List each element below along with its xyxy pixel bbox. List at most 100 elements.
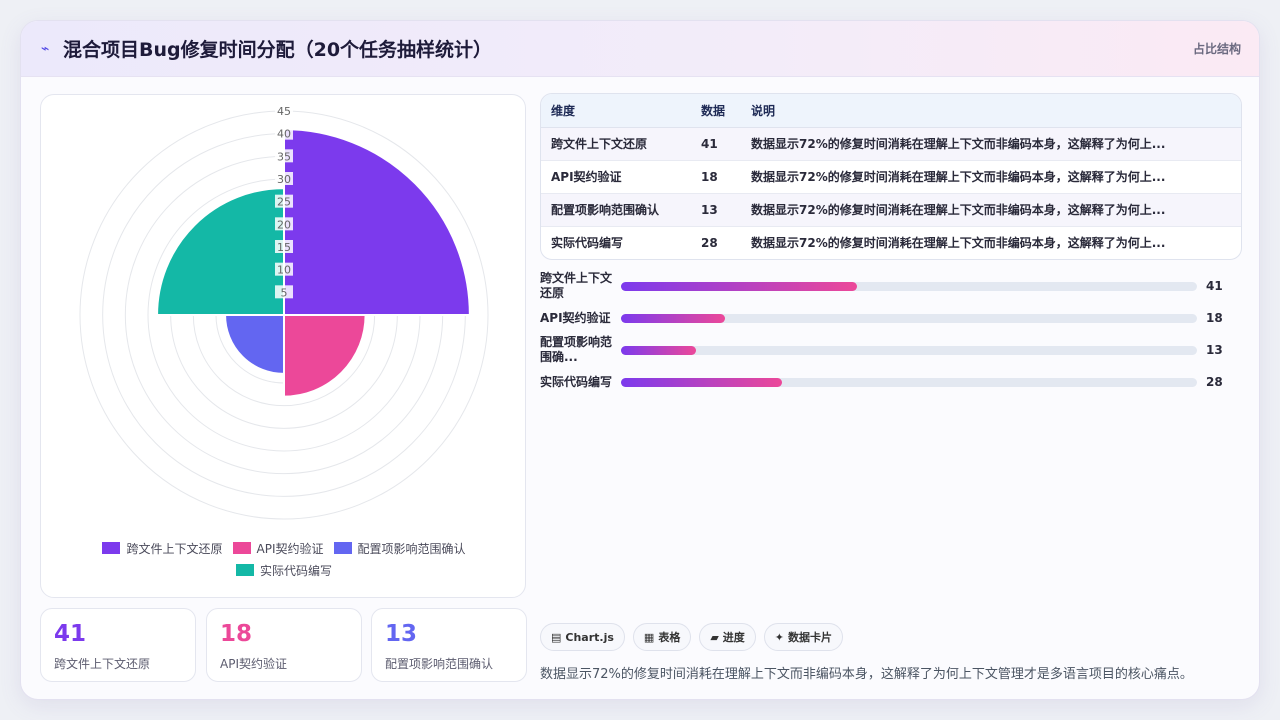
data-table: 维度 数据 说明 跨文件上下文还原 41 数据显示72%的修复时间消耗在理解上下…	[540, 93, 1242, 260]
progress-row: 跨文件上下文还原 41	[540, 271, 1242, 303]
summary-text: 数据显示72%的修复时间消耗在理解上下文而非编码本身，这解释了为何上下文管理才是…	[540, 667, 1193, 682]
table-row: 跨文件上下文还原 41 数据显示72%的修复时间消耗在理解上下文而非编码本身，这…	[541, 127, 1241, 161]
stat-card-api: 18 API契约验证	[206, 608, 362, 682]
cell-value: 18	[691, 160, 741, 194]
r-tick-label: 5	[281, 286, 288, 299]
chip-data-cards[interactable]: ✦ 数据卡片	[763, 623, 844, 651]
r-tick-label: 10	[277, 264, 291, 277]
legend-swatch	[232, 542, 251, 554]
chip-label: Chart.js	[565, 630, 614, 644]
legend-label: 配置项影响范围确认	[357, 541, 466, 556]
r-tick-label: 25	[277, 196, 291, 209]
cell-description: 数据显示72%的修复时间消耗在理解上下文而非编码本身，这解释了为何上...	[741, 193, 1241, 227]
legend-swatch	[102, 542, 121, 554]
legend-item[interactable]: 跨文件上下文还原	[102, 537, 223, 559]
r-tick-label: 45	[277, 105, 291, 118]
chip-label: 表格	[658, 631, 681, 644]
legend-item[interactable]: 配置项影响范围确认	[333, 537, 466, 559]
chart-type-tag: 占比结构	[1192, 42, 1241, 56]
card-header: ⌁ 混合项目Bug修复时间分配（20个任务抽样统计） 占比结构	[21, 21, 1259, 77]
column-header-description: 说明	[741, 94, 1241, 128]
table-row: 配置项影响范围确认 13 数据显示72%的修复时间消耗在理解上下文而非编码本身，…	[541, 193, 1241, 227]
table-row: API契约验证 18 数据显示72%的修复时间消耗在理解上下文而非编码本身，这解…	[541, 160, 1241, 194]
progress-fill	[621, 378, 783, 387]
trend-icon: ⌁	[41, 41, 50, 57]
cell-description: 数据显示72%的修复时间消耗在理解上下文而非编码本身，这解释了为何上...	[741, 160, 1241, 194]
feature-chips: ▤ Chart.js ▦ 表格 ▰ 进度 ✦ 数据卡片	[540, 623, 844, 651]
cell-dimension: 实际代码编写	[551, 236, 624, 251]
r-tick-label: 15	[277, 241, 291, 254]
progress-track	[621, 346, 1197, 355]
progress-icon: ▰	[710, 630, 719, 644]
progress-row: 实际代码编写 28	[540, 367, 1242, 399]
legend-item[interactable]: API契约验证	[232, 537, 324, 559]
table-header-row: 维度 数据 说明	[541, 94, 1241, 128]
progress-fill	[621, 282, 858, 291]
progress-value: 13	[1206, 343, 1223, 357]
chip-label: 数据卡片	[788, 631, 833, 644]
sparkle-icon: ✦	[774, 630, 785, 644]
progress-fill	[621, 314, 725, 323]
legend-label: 跨文件上下文还原	[126, 541, 223, 556]
stat-card-config: 13 配置项影响范围确认	[371, 608, 527, 682]
progress-label: 实际代码编写	[540, 375, 613, 389]
polar-segment-2[interactable]	[283, 314, 367, 398]
legend-label: API契约验证	[256, 541, 324, 556]
cell-description: 数据显示72%的修复时间消耗在理解上下文而非编码本身，这解释了为何上...	[751, 236, 1166, 251]
legend-row: 实际代码编写	[41, 559, 527, 581]
progress-value: 41	[1206, 279, 1223, 293]
progress-track	[621, 314, 1197, 323]
cell-value: 41	[691, 127, 741, 161]
r-tick-label: 40	[277, 128, 291, 141]
polar-chart-panel: 5 10 15 20 25 30 35 40 45 跨文件上下文还原 API契约验证 配置项影响范围…	[40, 94, 526, 598]
chart-icon: ▤	[551, 630, 562, 644]
cell-dimension: 配置项影响范围确认	[541, 193, 691, 227]
progress-track	[621, 282, 1197, 291]
stat-value: 18	[220, 621, 253, 647]
stat-value: 41	[54, 621, 87, 647]
column-header-dimension: 维度	[541, 94, 691, 128]
stat-card-context: 41 跨文件上下文还原	[40, 608, 196, 682]
r-tick-label: 20	[277, 218, 291, 231]
chip-label: 进度	[722, 631, 745, 644]
table-icon: ▦	[643, 630, 655, 644]
cell-value: 28	[701, 235, 718, 250]
stat-label: 配置项影响范围确认	[385, 657, 494, 671]
progress-fill	[621, 346, 696, 355]
stat-label: 跨文件上下文还原	[54, 657, 151, 671]
progress-track	[621, 378, 1197, 387]
stat-value: 13	[385, 621, 418, 647]
chart-legend: 跨文件上下文还原 API契约验证 配置项影响范围确认实际代码编写	[41, 537, 527, 581]
polar-segment-4[interactable]	[156, 187, 285, 316]
chip-table[interactable]: ▦ 表格	[632, 623, 692, 651]
chip-chartjs[interactable]: ▤ Chart.js	[540, 623, 625, 651]
polar-area-chart: 5 10 15 20 25 30 35 40 45	[79, 104, 489, 520]
progress-label: 跨文件上下文还原	[540, 271, 613, 300]
progress-label: API契约验证	[540, 311, 611, 325]
progress-value: 18	[1206, 311, 1223, 325]
legend-swatch	[235, 564, 254, 576]
legend-swatch	[333, 542, 352, 554]
legend-row: 跨文件上下文还原 API契约验证 配置项影响范围确认	[41, 537, 527, 559]
cell-dimension: 跨文件上下文还原	[541, 127, 691, 161]
cell-value: 13	[691, 193, 741, 227]
column-header-value: 数据	[691, 94, 741, 128]
legend-item[interactable]: 实际代码编写	[235, 559, 332, 581]
progress-label: 配置项影响范围确...	[540, 335, 613, 364]
polar-segment-1[interactable]	[283, 128, 471, 316]
table-row: 实际代码编写 28 数据显示72%的修复时间消耗在理解上下文而非编码本身，这解释…	[541, 226, 1241, 259]
progress-bars: 跨文件上下文还原 41 API契约验证 18 配置项影响范围确... 13 实际…	[540, 271, 1242, 399]
stat-label: API契约验证	[220, 657, 287, 671]
progress-value: 28	[1206, 375, 1223, 389]
r-tick-label: 30	[277, 173, 291, 186]
legend-label: 实际代码编写	[259, 563, 332, 578]
chip-progress[interactable]: ▰ 进度	[699, 623, 756, 651]
page-title: 混合项目Bug修复时间分配（20个任务抽样统计）	[63, 39, 493, 61]
report-card: ⌁ 混合项目Bug修复时间分配（20个任务抽样统计） 占比结构 5 10 15 20 2…	[20, 20, 1260, 700]
r-tick-label: 35	[277, 150, 291, 163]
progress-row: API契约验证 18	[540, 303, 1242, 335]
cell-description: 数据显示72%的修复时间消耗在理解上下文而非编码本身，这解释了为何上...	[741, 127, 1241, 161]
polar-segment-3[interactable]	[224, 314, 285, 375]
progress-row: 配置项影响范围确... 13	[540, 335, 1242, 367]
cell-dimension: API契约验证	[541, 160, 691, 194]
